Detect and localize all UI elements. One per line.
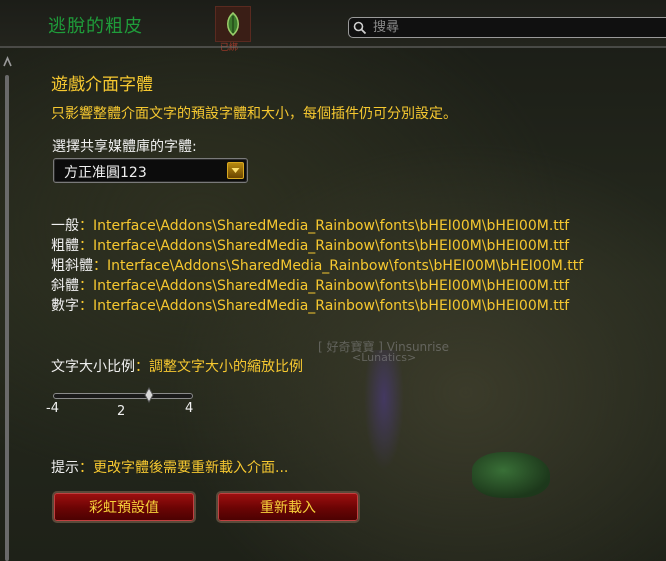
addon-title: 逃脫的粗皮 bbox=[48, 16, 143, 37]
search-input[interactable] bbox=[371, 19, 665, 36]
font-dropdown-value: 方正准圓123 bbox=[64, 165, 147, 181]
font-select-label: 選擇共享媒體庫的字體: bbox=[52, 139, 197, 155]
chevron-down-icon bbox=[231, 168, 240, 173]
hint-text: 提示：更改字體後需要重新載入介面... bbox=[51, 460, 289, 476]
font-path-regular: 一般：Interface\Addons\SharedMedia_Rainbow\… bbox=[51, 218, 570, 234]
section-title: 遊戲介面字體 bbox=[51, 75, 153, 95]
background-character bbox=[364, 350, 404, 470]
reload-button[interactable]: 重新載入 bbox=[216, 491, 360, 523]
font-path-italic: 斜體：Interface\Addons\SharedMedia_Rainbow\… bbox=[51, 278, 570, 294]
font-path-bold-italic: 粗斜體：Interface\Addons\SharedMedia_Rainbow… bbox=[51, 258, 584, 274]
font-dropdown[interactable]: 方正准圓123 bbox=[53, 158, 248, 183]
background-creature bbox=[472, 452, 550, 498]
category-icon[interactable] bbox=[215, 6, 251, 42]
size-scale-label: 文字大小比例：調整文字大小的縮放比例 bbox=[51, 359, 303, 375]
font-path-bold: 粗體：Interface\Addons\SharedMedia_Rainbow\… bbox=[51, 238, 570, 254]
scroll-up-arrow-icon[interactable] bbox=[3, 55, 12, 69]
leaf-icon bbox=[227, 12, 239, 36]
scrollbar[interactable] bbox=[0, 55, 14, 561]
section-description: 只影響整體介面文字的預設字體和大小，每個插件仍可分別設定。 bbox=[51, 106, 457, 122]
search-box[interactable] bbox=[348, 17, 666, 38]
dropdown-button[interactable] bbox=[227, 162, 244, 179]
slider-min-label: -4 bbox=[46, 401, 59, 416]
header-divider bbox=[0, 46, 666, 48]
font-path-number: 數字：Interface\Addons\SharedMedia_Rainbow\… bbox=[51, 298, 570, 314]
header-bar: 逃脫的粗皮 已綁 bbox=[0, 0, 666, 53]
search-icon bbox=[353, 21, 367, 34]
size-slider-track[interactable] bbox=[53, 393, 193, 399]
background-guild-tag: <Lunatics> bbox=[352, 351, 417, 364]
rainbow-default-button[interactable]: 彩虹預設值 bbox=[52, 491, 196, 523]
slider-max-label: 4 bbox=[185, 401, 194, 416]
size-slider-thumb[interactable] bbox=[144, 387, 154, 403]
slider-value-label: 2 bbox=[117, 404, 126, 419]
scroll-track[interactable] bbox=[5, 75, 9, 561]
